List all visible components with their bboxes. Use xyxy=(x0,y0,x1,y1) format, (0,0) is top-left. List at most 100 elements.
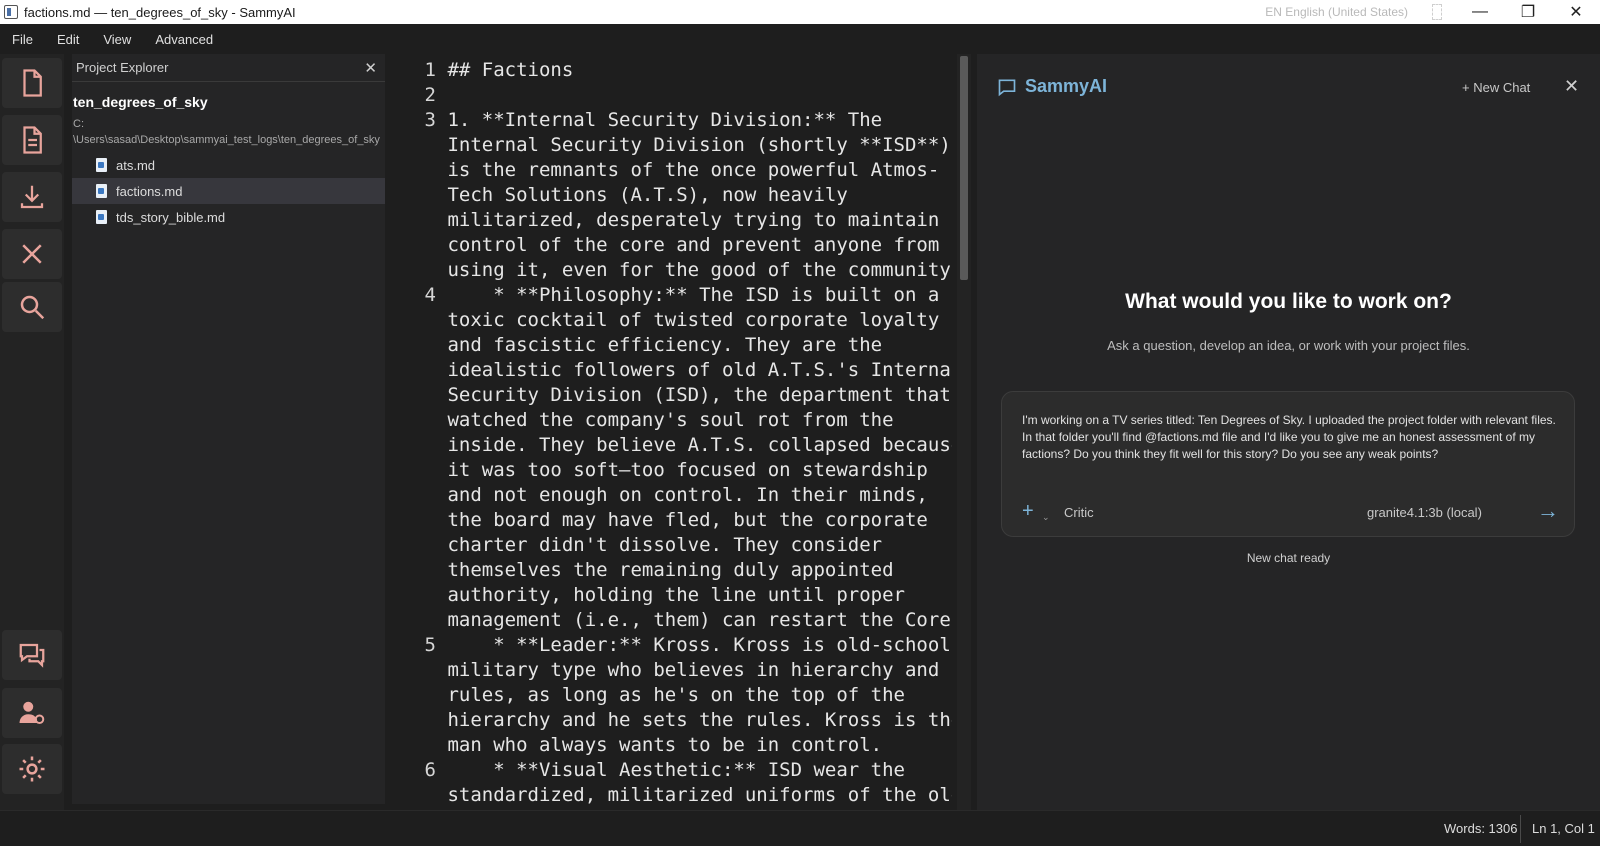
line-text: military type who believes in hierarchy … xyxy=(436,659,940,681)
close-file-button[interactable] xyxy=(2,229,62,279)
editor-line[interactable]: is the remnants of the once powerful Atm… xyxy=(400,158,952,183)
line-text: * **Philosophy:** The ISD is built on a xyxy=(436,284,940,306)
editor-line[interactable]: man who always wants to be in control. xyxy=(400,733,952,758)
editor-line[interactable]: 2 xyxy=(400,83,952,108)
editor-line[interactable]: watched the company's soul rot from the xyxy=(400,408,952,433)
editor-line[interactable]: Security Division (ISD), the department … xyxy=(400,383,952,408)
editor-line[interactable]: 5 * **Leader:** Kross. Kross is old-scho… xyxy=(400,633,952,658)
editor-line[interactable]: standardized, militarized uniforms of th… xyxy=(400,783,952,808)
menu-advanced[interactable]: Advanced xyxy=(143,32,225,47)
file-name: tds_story_bible.md xyxy=(116,209,226,225)
file-item-story-bible[interactable]: tds_story_bible.md xyxy=(72,204,385,230)
chat-close-button[interactable]: ✕ xyxy=(1564,76,1579,97)
editor-line[interactable]: toxic cocktail of twisted corporate loya… xyxy=(400,308,952,333)
project-path: C: \Users\sasad\Desktop\sammyai_test_log… xyxy=(72,110,385,148)
close-window-button[interactable]: ✕ xyxy=(1552,0,1600,24)
editor-line[interactable]: the board may have fled, but the corpora… xyxy=(400,508,952,533)
language-indicator[interactable]: EN English (United States) xyxy=(1265,5,1408,19)
line-number: 1 xyxy=(424,59,436,81)
new-chat-button[interactable]: + New Chat xyxy=(1462,80,1530,95)
editor-line[interactable]: charter didn't dissolve. They consider xyxy=(400,533,952,558)
editor-line[interactable]: authority, holding the line until proper xyxy=(400,583,952,608)
send-button[interactable]: → xyxy=(1537,498,1559,524)
download-button[interactable] xyxy=(2,172,62,222)
editor-line[interactable]: military type who believes in hierarchy … xyxy=(400,658,952,683)
line-text: charter didn't dissolve. They consider xyxy=(436,534,883,556)
window-title: factions.md — ten_degrees_of_sky - Sammy… xyxy=(24,4,296,20)
line-text: themselves the remaining duly appointed xyxy=(436,559,894,581)
editor-line[interactable]: rules, as long as he's on the top of the xyxy=(400,683,952,708)
editor-content[interactable]: 1 ## Factions 2 3 1. **Internal Security … xyxy=(400,54,952,808)
open-document-button[interactable] xyxy=(2,115,62,165)
editor-line[interactable]: Tech Solutions (A.T.S), now heavily xyxy=(400,183,952,208)
minimize-button[interactable]: — xyxy=(1456,0,1504,24)
line-number: 3 xyxy=(424,109,436,131)
attach-dropdown-icon[interactable]: ⌄ xyxy=(1042,512,1050,523)
line-text: using it, even for the good of the commu… xyxy=(436,259,952,281)
menu-edit[interactable]: Edit xyxy=(45,32,91,47)
file-item-ats[interactable]: ats.md xyxy=(72,152,385,178)
menu-view[interactable]: View xyxy=(91,32,143,47)
editor-line[interactable]: management (i.e., them) can restart the … xyxy=(400,608,952,633)
project-name: ten_degrees_of_sky xyxy=(73,94,208,110)
chat-button[interactable] xyxy=(2,630,62,680)
user-settings-button[interactable] xyxy=(2,688,62,738)
model-selector[interactable]: granite4.1:3b (local) xyxy=(1367,505,1482,520)
file-item-factions[interactable]: factions.md xyxy=(72,178,385,204)
chat-header: SammyAI xyxy=(997,76,1107,97)
file-name: ats.md xyxy=(116,157,156,173)
chat-icon xyxy=(19,643,45,668)
line-text: man who always wants to be in control. xyxy=(436,734,883,756)
editor-line[interactable]: themselves the remaining duly appointed xyxy=(400,558,952,583)
editor-line[interactable]: hierarchy and he sets the rules. Kross i… xyxy=(400,708,952,733)
markdown-file-icon xyxy=(96,210,107,224)
editor-line[interactable]: Internal Security Division (shortly **IS… xyxy=(400,133,952,158)
line-number: 5 xyxy=(424,634,436,656)
ime-icon[interactable] xyxy=(1432,4,1442,20)
gear-icon xyxy=(19,756,45,782)
line-number: 4 xyxy=(424,284,436,306)
project-path-dir: \Users\sasad\Desktop\sammyai_test_logs\t… xyxy=(73,134,380,146)
line-number: 6 xyxy=(424,759,436,781)
menu-file[interactable]: File xyxy=(0,32,45,47)
editor-scrollbar-thumb[interactable] xyxy=(960,56,968,280)
editor-line[interactable]: 3 1. **Internal Security Division:** The xyxy=(400,108,952,133)
line-text: Tech Solutions (A.T.S), now heavily xyxy=(436,184,848,206)
editor-line[interactable]: inside. They believe A.T.S. collapsed be… xyxy=(400,433,952,458)
editor-line[interactable]: 6 * **Visual Aesthetic:** ISD wear the xyxy=(400,758,952,783)
line-text: Security Division (ISD), the department … xyxy=(436,384,951,406)
settings-button[interactable] xyxy=(2,744,62,794)
file-name: factions.md xyxy=(116,183,183,199)
search-button[interactable] xyxy=(2,282,62,332)
editor-line[interactable]: and not enough on control. In their mind… xyxy=(400,483,952,508)
line-text: idealistic followers of old A.T.S.'s Int… xyxy=(436,359,952,381)
close-icon xyxy=(22,244,42,264)
attach-button[interactable]: + xyxy=(1022,500,1034,523)
menu-bar: File Edit View Advanced xyxy=(0,24,1600,54)
editor-line[interactable]: idealistic followers of old A.T.S.'s Int… xyxy=(400,358,952,383)
cursor-position[interactable]: Ln 1, Col 1 xyxy=(1532,821,1595,836)
new-file-icon xyxy=(23,69,42,97)
line-text: is the remnants of the once powerful Atm… xyxy=(436,159,940,181)
editor-line[interactable]: it was too soft—too focused on stewardsh… xyxy=(400,458,952,483)
text-editor[interactable]: 1 ## Factions 2 3 1. **Internal Security … xyxy=(400,54,952,810)
app-icon xyxy=(4,5,18,19)
mode-selector[interactable]: Critic xyxy=(1064,505,1094,520)
document-icon xyxy=(23,126,42,154)
prompt-box[interactable]: I'm working on a TV series titled: Ten D… xyxy=(1001,391,1575,537)
editor-line[interactable]: militarized, desperately trying to maint… xyxy=(400,208,952,233)
line-text: ## Factions xyxy=(436,59,574,81)
maximize-button[interactable]: ❐ xyxy=(1504,0,1552,24)
editor-line[interactable]: 4 * **Philosophy:** The ISD is built on … xyxy=(400,283,952,308)
prompt-input[interactable]: I'm working on a TV series titled: Ten D… xyxy=(1022,412,1562,463)
editor-line[interactable]: control of the core and prevent anyone f… xyxy=(400,233,952,258)
editor-line[interactable]: and fascistic efficiency. They are the xyxy=(400,333,952,358)
editor-line[interactable]: 1 ## Factions xyxy=(400,58,952,83)
explorer-close-button[interactable]: ✕ xyxy=(364,59,377,77)
new-file-button[interactable] xyxy=(2,58,62,108)
explorer-title: Project Explorer xyxy=(76,60,169,75)
editor-line[interactable]: using it, even for the good of the commu… xyxy=(400,258,952,283)
markdown-file-icon xyxy=(96,158,107,172)
status-bar: Words: 1306 Ln 1, Col 1 xyxy=(0,810,1600,846)
chat-brand: SammyAI xyxy=(1025,76,1108,96)
